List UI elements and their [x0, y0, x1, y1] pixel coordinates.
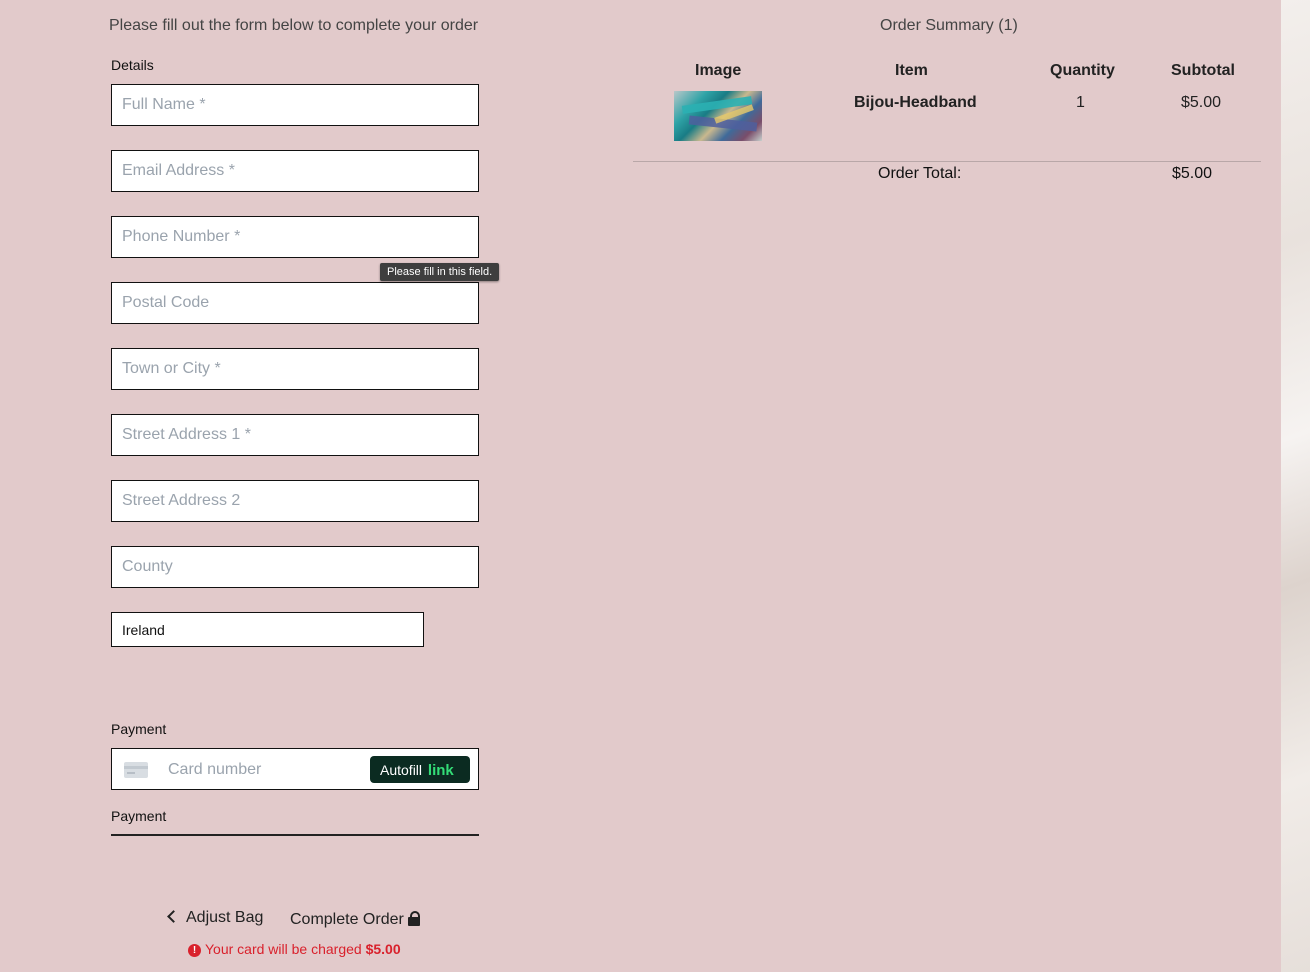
background-photo-edge — [1281, 0, 1310, 972]
full-name-input[interactable] — [112, 85, 478, 125]
column-header-quantity: Quantity — [1050, 62, 1115, 79]
county-input[interactable] — [112, 547, 478, 587]
complete-order-label: Complete Order — [290, 911, 404, 928]
link-brand-logo: link — [427, 762, 454, 779]
validation-tooltip: Please fill in this field. — [380, 263, 500, 281]
lock-icon — [407, 911, 420, 926]
full-name-field[interactable] — [111, 84, 479, 126]
order-summary-title: Order Summary (1) — [880, 17, 1018, 34]
autofill-label: Autofill — [380, 762, 423, 778]
column-header-item: Item — [895, 62, 928, 79]
email-field[interactable] — [111, 150, 479, 192]
autofill-link-button[interactable]: Autofill link — [370, 756, 470, 783]
adjust-bag-button[interactable]: Adjust Bag — [167, 909, 264, 927]
street-address-2-input[interactable] — [112, 481, 478, 521]
postal-code-input[interactable] — [112, 283, 478, 323]
street-address-2-field[interactable] — [111, 480, 479, 522]
street-address-1-field[interactable] — [111, 414, 479, 456]
headband-product-image — [674, 91, 762, 141]
county-field[interactable] — [111, 546, 479, 588]
phone-field[interactable] — [111, 216, 479, 258]
charge-notice: ! Your card will be charged $5.00 — [188, 941, 401, 958]
alert-icon: ! — [188, 944, 201, 957]
town-city-field[interactable] — [111, 348, 479, 390]
card-number-field[interactable]: Card number Autofill link — [111, 748, 479, 790]
charge-amount: $5.00 — [365, 941, 401, 957]
credit-card-icon — [124, 762, 148, 778]
complete-order-button[interactable]: Complete Order — [290, 909, 420, 929]
column-header-image: Image — [695, 62, 742, 79]
form-intro-text: Please fill out the form below to comple… — [109, 17, 479, 34]
chevron-left-icon — [167, 910, 180, 923]
order-total-value: $5.00 — [1172, 165, 1213, 182]
country-select[interactable]: Ireland — [111, 612, 424, 647]
item-subtotal: $5.00 — [1181, 94, 1222, 111]
adjust-bag-label: Adjust Bag — [186, 909, 264, 926]
summary-divider — [633, 161, 1261, 162]
details-label: Details — [111, 57, 154, 73]
column-header-subtotal: Subtotal — [1171, 62, 1235, 79]
email-input[interactable] — [112, 151, 478, 191]
order-total-label: Order Total: — [878, 165, 962, 182]
item-name: Bijou-Headband — [854, 94, 977, 111]
card-number-placeholder: Card number — [168, 761, 262, 778]
phone-input[interactable] — [112, 217, 478, 257]
item-quantity: 1 — [1076, 94, 1085, 111]
payment-secondary-label: Payment — [111, 808, 167, 824]
street-address-1-input[interactable] — [112, 415, 478, 455]
charge-text: Your card will be charged — [205, 941, 362, 957]
postal-code-field[interactable] — [111, 282, 479, 324]
payment-label: Payment — [111, 721, 167, 737]
town-city-input[interactable] — [112, 349, 478, 389]
payment-divider — [111, 834, 479, 836]
